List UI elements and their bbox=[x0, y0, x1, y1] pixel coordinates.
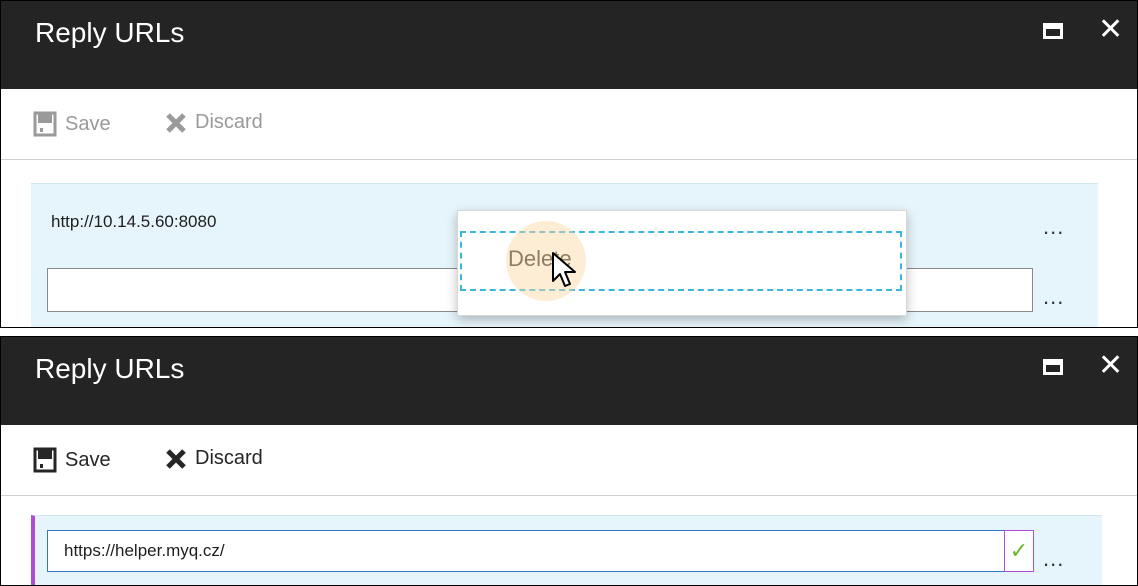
panel-header: Reply URLs ✕ bbox=[1, 337, 1137, 425]
save-label: Save bbox=[65, 112, 111, 135]
save-label: Save bbox=[65, 448, 111, 471]
ellipsis-icon[interactable]: ... bbox=[1043, 216, 1064, 238]
discard-button[interactable]: Discard bbox=[165, 111, 263, 134]
ellipsis-icon[interactable]: ... bbox=[1043, 286, 1064, 308]
save-icon bbox=[33, 111, 57, 137]
discard-icon bbox=[166, 112, 186, 133]
panel-header: Reply URLs ✕ bbox=[1, 1, 1137, 89]
discard-label: Discard bbox=[195, 447, 263, 469]
discard-label: Discard bbox=[195, 111, 263, 133]
reply-url-row-modified[interactable]: https://helper.myq.cz/ ✓ ... bbox=[31, 515, 1102, 585]
discard-button[interactable]: Discard bbox=[165, 447, 263, 470]
checkmark-icon: ✓ bbox=[1004, 530, 1034, 572]
reply-url-input[interactable]: https://helper.myq.cz/ ✓ bbox=[47, 530, 1034, 572]
reply-urls-panel-before: Reply URLs ✕ Save Discard http://10.14.5… bbox=[0, 0, 1138, 328]
reply-urls-panel-after: Reply URLs ✕ Save Discard https://helper… bbox=[0, 336, 1138, 586]
panel-title: Reply URLs bbox=[35, 17, 185, 48]
command-bar: Save Discard bbox=[1, 425, 1137, 496]
panel-title: Reply URLs bbox=[35, 353, 185, 384]
close-icon[interactable]: ✕ bbox=[1098, 349, 1123, 383]
close-icon[interactable]: ✕ bbox=[1098, 13, 1123, 47]
mouse-cursor-icon bbox=[552, 252, 576, 287]
save-button[interactable]: Save bbox=[33, 447, 111, 473]
reply-url-input-value: https://helper.myq.cz/ bbox=[64, 541, 225, 560]
discard-icon bbox=[166, 448, 186, 469]
maximize-icon[interactable] bbox=[1043, 23, 1063, 39]
save-icon bbox=[33, 447, 57, 473]
reply-url-value: http://10.14.5.60:8080 bbox=[51, 212, 217, 231]
ellipsis-icon[interactable]: ... bbox=[1043, 548, 1064, 570]
command-bar: Save Discard bbox=[1, 89, 1137, 160]
maximize-icon[interactable] bbox=[1043, 359, 1063, 375]
save-button[interactable]: Save bbox=[33, 111, 111, 137]
